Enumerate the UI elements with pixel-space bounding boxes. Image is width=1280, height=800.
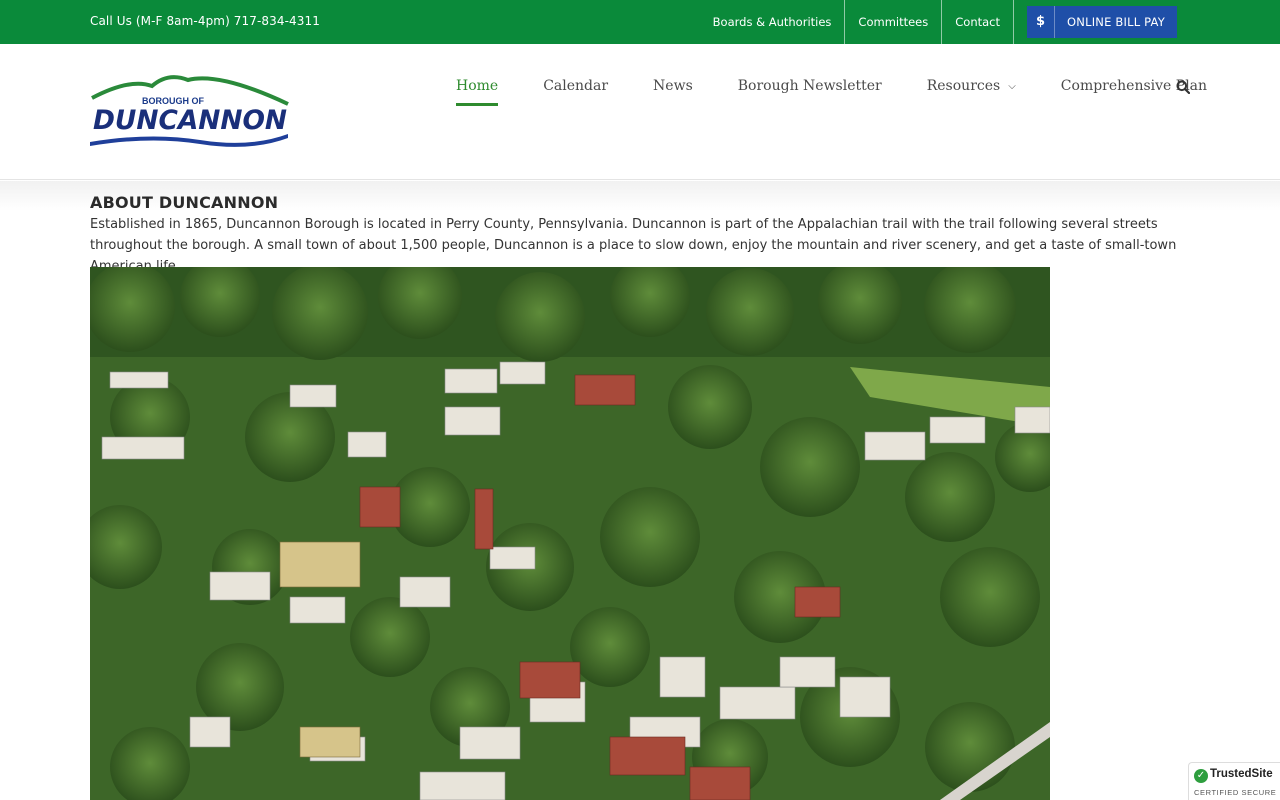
nav-news[interactable]: News	[653, 76, 693, 106]
trustedsite-name: TrustedSite	[1210, 768, 1273, 780]
bill-pay-label: ONLINE BILL PAY	[1067, 15, 1165, 29]
page-title: ABOUT DUNCANNON	[90, 193, 279, 212]
duncannon-logo[interactable]: BOROUGH OF DUNCANNON	[90, 74, 290, 150]
trustedsite-subtitle: CERTIFIED SECURE	[1194, 788, 1277, 797]
nav-resources[interactable]: Resources ⌵	[927, 76, 1016, 106]
site-header: BOROUGH OF DUNCANNON Home Calendar News …	[0, 44, 1280, 180]
trustedsite-badge[interactable]: ✓ TrustedSite CERTIFIED SECURE	[1188, 762, 1280, 800]
nav-borough-newsletter[interactable]: Borough Newsletter	[738, 76, 882, 106]
online-bill-pay-button[interactable]: $ ONLINE BILL PAY	[1027, 6, 1177, 38]
nav-calendar[interactable]: Calendar	[543, 76, 608, 106]
phone-number: Call Us (M-F 8am-4pm) 717-834-4311	[90, 14, 320, 28]
main-nav: Home Calendar News Borough Newsletter Re…	[456, 76, 1252, 106]
dollar-icon: $	[1027, 6, 1055, 38]
logo-name: DUNCANNON	[93, 105, 287, 136]
check-icon: ✓	[1194, 769, 1208, 783]
search-icon[interactable]	[1176, 80, 1190, 94]
nav-home[interactable]: Home	[456, 76, 499, 106]
top-link-contact[interactable]: Contact	[941, 0, 1013, 44]
top-bar: Call Us (M-F 8am-4pm) 717-834-4311 Board…	[0, 0, 1280, 44]
nav-resources-label: Resources	[926, 78, 1001, 94]
top-link-divider	[1013, 0, 1014, 44]
top-links: Boards & Authorities Committees Contact	[700, 0, 1014, 44]
aerial-image	[90, 267, 1050, 800]
town-aerial-photo	[90, 267, 1050, 800]
top-link-committees[interactable]: Committees	[844, 0, 941, 44]
top-link-boards[interactable]: Boards & Authorities	[700, 0, 845, 44]
chevron-down-icon: ⌵	[1008, 81, 1016, 92]
logo-graphic: BOROUGH OF DUNCANNON	[90, 75, 289, 147]
